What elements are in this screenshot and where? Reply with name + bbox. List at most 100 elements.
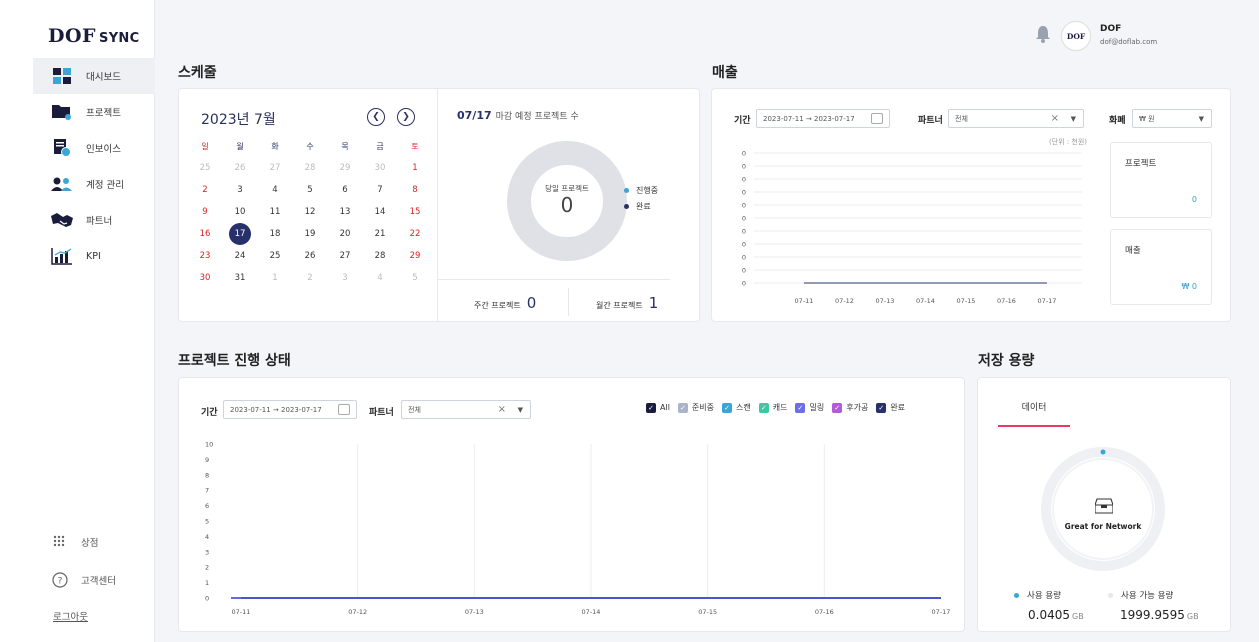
weekday-header: 수 xyxy=(306,141,314,151)
calendar-day[interactable]: 15 xyxy=(403,201,427,223)
calendar-day[interactable]: 5 xyxy=(403,267,427,289)
calendar-day[interactable]: 26 xyxy=(298,245,322,267)
sidebar-item-label: 프로젝트 xyxy=(86,108,121,119)
calendar-day[interactable]: 29 xyxy=(333,157,357,179)
weekday-header: 화 xyxy=(271,141,279,151)
calendar-day[interactable]: 3 xyxy=(228,179,252,201)
y-tick-label: 3 xyxy=(205,548,209,556)
filter-label: 준비중 xyxy=(691,403,715,412)
clear-icon[interactable]: × xyxy=(498,404,506,415)
available-label-text: 사용 가능 용량 xyxy=(1121,591,1174,601)
calendar-day[interactable]: 20 xyxy=(333,223,357,245)
calendar-day[interactable]: 4 xyxy=(263,179,287,201)
calendar-day[interactable]: 26 xyxy=(228,157,252,179)
help-icon: ? xyxy=(51,572,69,588)
logout-link[interactable]: 로그아웃 xyxy=(53,609,88,623)
filter-label: 캐드 xyxy=(772,403,788,412)
calendar-day[interactable]: 25 xyxy=(263,245,287,267)
unit: GB xyxy=(1186,612,1199,621)
calendar-day[interactable]: 1 xyxy=(263,267,287,289)
monthly-projects: 월간 프로젝트 1 xyxy=(596,294,658,312)
users-icon xyxy=(51,174,73,194)
tab-data[interactable]: 데이터 xyxy=(998,400,1070,413)
clear-icon[interactable]: × xyxy=(1051,113,1059,124)
filter-label: All xyxy=(660,403,670,412)
calendar-day[interactable]: 10 xyxy=(228,201,252,223)
sidebar-item-partner[interactable]: 파트너 xyxy=(33,202,155,238)
calendar-day[interactable]: 6 xyxy=(333,179,357,201)
filter-준비중[interactable]: ✓ 준비중 xyxy=(677,402,715,413)
calendar-day[interactable]: 23 xyxy=(193,245,217,267)
calendar-day[interactable]: 25 xyxy=(193,157,217,179)
calendar-day[interactable]: 11 xyxy=(263,201,287,223)
x-tick-label: 07-16 xyxy=(997,297,1016,305)
partner-select[interactable]: 전체 × ▼ xyxy=(401,400,531,419)
y-tick-label: 1 xyxy=(205,579,209,587)
currency-value: ₩ 원 xyxy=(1139,114,1155,123)
sidebar-item-label: 파트너 xyxy=(86,216,113,227)
calendar-icon xyxy=(871,113,883,124)
calendar-day[interactable]: 22 xyxy=(403,223,427,245)
period-range-input[interactable]: 2023-07-11 → 2023-07-17 xyxy=(223,400,357,419)
filter-label: 후가공 xyxy=(846,403,869,412)
calendar-day[interactable]: 4 xyxy=(368,267,392,289)
sidebar-item-support[interactable]: ? 고객센터 xyxy=(51,570,151,590)
project-summary: 프로젝트 0 xyxy=(1110,142,1212,218)
calendar-day[interactable]: 24 xyxy=(228,245,252,267)
y-tick-label: 6 xyxy=(205,502,209,510)
filter-완료[interactable]: ✓ 완료 xyxy=(876,402,905,413)
calendar-day[interactable]: 29 xyxy=(403,245,427,267)
calendar-day[interactable]: 2 xyxy=(193,179,217,201)
calendar-day[interactable]: 31 xyxy=(228,267,252,289)
filter-label: 밀링 xyxy=(809,403,825,412)
calendar-day[interactable]: 2 xyxy=(298,267,322,289)
calendar-day[interactable]: 13 xyxy=(333,201,357,223)
filter-후가공[interactable]: ✓ 후가공 xyxy=(832,402,868,413)
x-tick-label: 07-15 xyxy=(698,608,717,616)
calendar-day[interactable]: 8 xyxy=(403,179,427,201)
weekday-header: 월 xyxy=(236,141,244,151)
sidebar-item-kpi[interactable]: KPI xyxy=(33,238,155,274)
bell-icon[interactable] xyxy=(1035,24,1051,44)
brand-logo[interactable]: DOF SYNC xyxy=(48,25,139,47)
next-month-button[interactable]: ❯ xyxy=(397,108,415,126)
sidebar-item-invoice[interactable]: 인보이스 xyxy=(33,130,155,166)
calendar-day[interactable]: 27 xyxy=(333,245,357,267)
calendar-day[interactable]: 28 xyxy=(368,245,392,267)
deadline-text: 마감 예정 프로젝트 수 xyxy=(495,112,579,122)
partner-select[interactable]: 전체 × ▼ xyxy=(948,109,1084,128)
currency-select[interactable]: ₩ 원 ▼ xyxy=(1132,109,1212,128)
handshake-icon xyxy=(51,210,73,230)
calendar-day[interactable]: 5 xyxy=(298,179,322,201)
calendar-day[interactable]: 18 xyxy=(263,223,287,245)
filter-밀링[interactable]: ✓ 밀링 xyxy=(795,402,824,413)
sidebar-item-accounts[interactable]: 계정 관리 xyxy=(33,166,155,202)
period-range-input[interactable]: 2023-07-11 → 2023-07-17 xyxy=(756,109,890,128)
sidebar-item-dashboard[interactable]: 대시보드 xyxy=(33,58,155,94)
calendar-day[interactable]: 1 xyxy=(403,157,427,179)
calendar-day[interactable]: 30 xyxy=(368,157,392,179)
deadline-date: 07/17 xyxy=(457,109,492,122)
monthly-label: 월간 프로젝트 xyxy=(596,301,643,310)
calendar-day[interactable]: 3 xyxy=(333,267,357,289)
calendar-day[interactable]: 17 xyxy=(228,223,252,245)
calendar-day[interactable]: 30 xyxy=(193,267,217,289)
calendar-day[interactable]: 12 xyxy=(298,201,322,223)
filter-스캔[interactable]: ✓ 스캔 xyxy=(722,402,751,413)
calendar-day[interactable]: 7 xyxy=(368,179,392,201)
sidebar-item-store[interactable]: 상점 xyxy=(51,532,151,552)
calendar-day[interactable]: 9 xyxy=(193,201,217,223)
filter-All[interactable]: ✓ All xyxy=(646,402,670,413)
calendar-day[interactable]: 27 xyxy=(263,157,287,179)
sidebar-item-label: 상점 xyxy=(81,538,99,549)
filter-캐드[interactable]: ✓ 캐드 xyxy=(758,402,788,413)
avatar[interactable]: DOF xyxy=(1061,21,1091,51)
prev-month-button[interactable]: ❮ xyxy=(367,108,385,126)
calendar-day[interactable]: 28 xyxy=(298,157,322,179)
calendar-day[interactable]: 21 xyxy=(368,223,392,245)
calendar-day[interactable]: 19 xyxy=(298,223,322,245)
x-tick-label: 07-12 xyxy=(348,608,367,616)
calendar-day[interactable]: 14 xyxy=(368,201,392,223)
sidebar-item-project[interactable]: 프로젝트 xyxy=(33,94,155,130)
calendar-day[interactable]: 16 xyxy=(193,223,217,245)
